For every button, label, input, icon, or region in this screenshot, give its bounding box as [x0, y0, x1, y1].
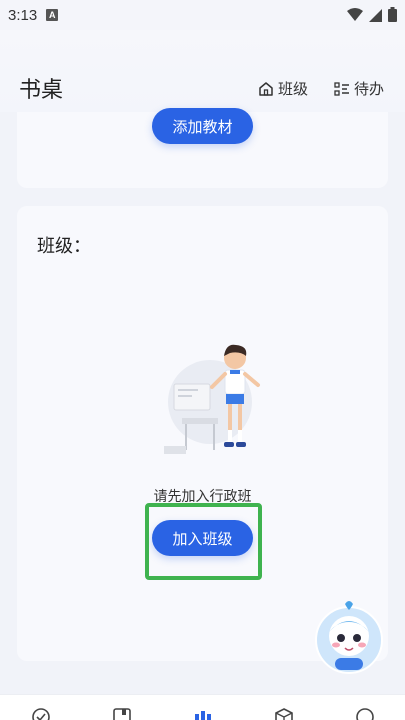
status-bar: 3:13 A	[0, 0, 405, 30]
signal-icon	[369, 8, 382, 22]
wifi-icon	[347, 7, 363, 21]
bottom-navigation	[0, 694, 405, 720]
class-section-label: 班级：	[37, 236, 91, 257]
todo-list-icon	[334, 81, 349, 96]
class-button[interactable]: 班级	[258, 78, 308, 99]
class-button-label: 班级	[278, 80, 309, 98]
notification-badge-icon: A	[46, 9, 59, 21]
status-icons	[347, 7, 397, 22]
status-time: 3:13	[8, 6, 38, 24]
page-title: 书桌	[19, 78, 64, 103]
book-icon[interactable]	[112, 707, 132, 720]
assistant-mascot-icon[interactable]	[315, 600, 383, 676]
todo-button-label: 待办	[354, 80, 385, 98]
cube-icon[interactable]	[274, 707, 294, 720]
home-icon	[259, 81, 273, 96]
empty-class-illustration	[164, 344, 260, 454]
add-material-button[interactable]: 添加教材	[152, 108, 253, 144]
chart-bars-icon[interactable]	[193, 711, 213, 720]
battery-icon	[388, 7, 397, 22]
todo-button[interactable]: 待办	[334, 78, 384, 99]
check-circle-icon[interactable]	[31, 707, 51, 720]
circle-icon[interactable]	[355, 707, 375, 720]
highlight-box	[145, 503, 262, 580]
